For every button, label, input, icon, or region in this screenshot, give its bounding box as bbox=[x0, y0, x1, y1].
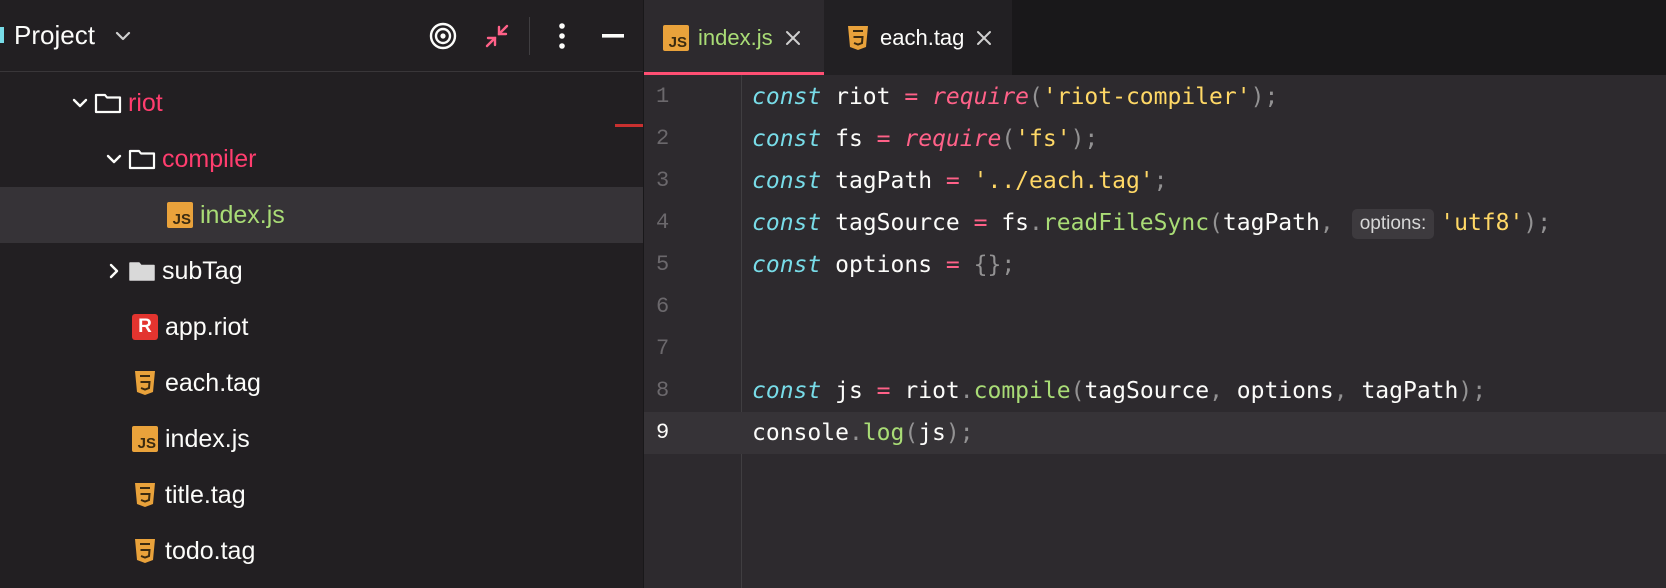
chevron-right-icon[interactable] bbox=[100, 243, 128, 299]
code-line[interactable]: 2 const fs = require('fs'); bbox=[644, 118, 1666, 160]
tree-item-label: index.js bbox=[165, 424, 250, 453]
code-line[interactable]: 3 const tagPath = '../each.tag'; bbox=[644, 160, 1666, 202]
folder-icon bbox=[128, 257, 156, 285]
ide-window: Project riot compiler JS index.js subTag… bbox=[0, 0, 1666, 588]
tree-item-riot-folder[interactable]: riot bbox=[0, 75, 643, 131]
more-options-icon[interactable] bbox=[544, 18, 580, 54]
tree-item-index-js[interactable]: JS index.js bbox=[0, 411, 643, 467]
tree-item-todo-tag[interactable]: todo.tag bbox=[0, 523, 643, 579]
code-line[interactable]: 6 bbox=[644, 286, 1666, 328]
project-panel: Project riot compiler JS index.js subTag… bbox=[0, 0, 643, 588]
code-text[interactable]: const fs = require('fs'); bbox=[752, 118, 1098, 160]
riot-file-icon: R bbox=[131, 313, 159, 341]
html-file-icon bbox=[844, 24, 872, 52]
line-number: 7 bbox=[656, 336, 670, 361]
code-line-current[interactable]: 9 console.log(js); bbox=[644, 412, 1666, 454]
folder-icon bbox=[94, 89, 122, 117]
tree-item-title-tag[interactable]: title.tag bbox=[0, 467, 643, 523]
line-number: 3 bbox=[656, 168, 670, 193]
parameter-inlay-hint: options: bbox=[1351, 208, 1435, 239]
tree-item-label: riot bbox=[128, 88, 163, 117]
tab-index-js[interactable]: JS index.js bbox=[644, 0, 824, 75]
header-divider bbox=[529, 17, 530, 55]
code-text[interactable]: console.log(js); bbox=[752, 412, 974, 454]
tree-item-compiler-folder[interactable]: compiler bbox=[0, 131, 643, 187]
javascript-file-icon: JS bbox=[131, 425, 159, 453]
tree-item-label: todo.tag bbox=[165, 536, 256, 565]
tree-item-label: app.riot bbox=[165, 312, 249, 341]
chevron-down-icon[interactable] bbox=[66, 75, 94, 131]
code-text[interactable]: const riot = require('riot-compiler'); bbox=[752, 76, 1278, 118]
collapse-icon[interactable] bbox=[479, 18, 515, 54]
active-tab-indicator bbox=[644, 72, 824, 75]
project-panel-header: Project bbox=[0, 0, 643, 72]
close-icon[interactable] bbox=[785, 30, 801, 46]
editor-tab-bar: JS index.js each.tag bbox=[644, 0, 1666, 75]
code-line[interactable]: 4 const tagSource = fs.readFileSync(tagP… bbox=[644, 202, 1666, 244]
html-file-icon bbox=[131, 537, 159, 565]
tree-item-subtag-folder[interactable]: subTag bbox=[0, 243, 643, 299]
code-text[interactable]: const tagSource = fs.readFileSync(tagPat… bbox=[752, 202, 1551, 244]
line-number: 2 bbox=[656, 126, 670, 151]
tree-item-label: compiler bbox=[162, 144, 257, 173]
code-line[interactable]: 5 const options = {}; bbox=[644, 244, 1666, 286]
code-editor: JS index.js each.tag 1 const riot = requ… bbox=[644, 0, 1666, 588]
chevron-down-icon[interactable] bbox=[114, 29, 132, 48]
line-number: 8 bbox=[656, 378, 670, 403]
tab-label: each.tag bbox=[880, 24, 965, 50]
html-file-icon bbox=[131, 481, 159, 509]
line-number: 9 bbox=[656, 420, 670, 445]
minimize-icon[interactable] bbox=[595, 18, 631, 54]
tree-item-label: index.js bbox=[200, 200, 285, 229]
tree-item-app-riot[interactable]: R app.riot bbox=[0, 299, 643, 355]
code-line[interactable]: 8 const js = riot.compile(tagSource, opt… bbox=[644, 370, 1666, 412]
javascript-file-icon: JS bbox=[662, 24, 690, 52]
tab-bar-empty-space bbox=[1012, 0, 1666, 75]
tree-item-label: subTag bbox=[162, 256, 243, 285]
html-file-icon bbox=[131, 369, 159, 397]
code-text[interactable]: const options = {}; bbox=[752, 244, 1015, 286]
panel-accent-bar bbox=[0, 27, 4, 43]
chevron-down-icon[interactable] bbox=[100, 131, 128, 187]
tree-item-each-tag[interactable]: each.tag bbox=[0, 355, 643, 411]
line-number: 5 bbox=[656, 252, 670, 277]
line-number: 6 bbox=[656, 294, 670, 319]
code-line[interactable]: 7 bbox=[644, 328, 1666, 370]
code-text[interactable]: const js = riot.compile(tagSource, optio… bbox=[752, 370, 1486, 412]
tree-item-compiler-index-js[interactable]: JS index.js bbox=[0, 187, 643, 243]
folder-icon bbox=[128, 145, 156, 173]
tree-item-label: title.tag bbox=[165, 480, 246, 509]
locate-icon[interactable] bbox=[425, 18, 461, 54]
project-panel-title[interactable]: Project bbox=[14, 20, 95, 51]
line-number: 4 bbox=[656, 210, 670, 235]
javascript-file-icon: JS bbox=[166, 201, 194, 229]
tab-label: index.js bbox=[698, 24, 773, 50]
line-number: 1 bbox=[656, 84, 670, 109]
code-line[interactable]: 1 const riot = require('riot-compiler'); bbox=[644, 76, 1666, 118]
tree-item-label: each.tag bbox=[165, 368, 261, 397]
tab-each-tag[interactable]: each.tag bbox=[824, 0, 1012, 75]
close-icon[interactable] bbox=[976, 30, 992, 46]
code-text[interactable]: const tagPath = '../each.tag'; bbox=[752, 160, 1168, 202]
